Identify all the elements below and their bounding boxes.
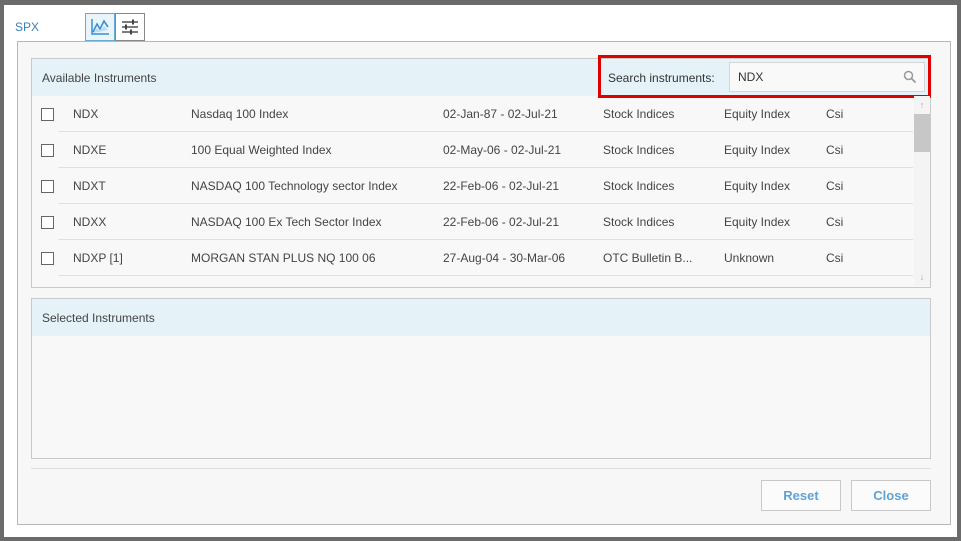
cell-name: MORGAN STAN PLUS NQ 100 06 bbox=[191, 251, 376, 265]
cell-source: Csi bbox=[826, 251, 844, 265]
row-checkbox[interactable] bbox=[41, 108, 54, 121]
cell-category: Stock Indices bbox=[603, 179, 675, 193]
selected-instruments-panel: Selected Instruments bbox=[31, 298, 931, 459]
cell-symbol: NDXE bbox=[73, 143, 107, 157]
cell-name: NASDAQ 100 Ex Tech Sector Index bbox=[191, 215, 382, 229]
settings-button[interactable] bbox=[115, 13, 145, 41]
cell-name: Nasdaq 100 Index bbox=[191, 107, 289, 121]
cell-source: Csi bbox=[826, 143, 844, 157]
cell-category: Stock Indices bbox=[603, 215, 675, 229]
table-row[interactable]: NDX Nasdaq 100 Index 02-Jan-87 - 02-Jul-… bbox=[32, 96, 913, 132]
instrument-dialog: Available Instruments Search instruments… bbox=[17, 41, 951, 525]
table-row[interactable]: NDXE 100 Equal Weighted Index 02-May-06 … bbox=[32, 132, 913, 168]
scroll-up-icon[interactable]: ↑ bbox=[914, 98, 930, 112]
cell-name: NASDAQ 100 Technology sector Index bbox=[191, 179, 398, 193]
chart-view-button[interactable] bbox=[85, 13, 115, 41]
row-checkbox[interactable] bbox=[41, 144, 54, 157]
available-instruments-panel: Available Instruments Search instruments… bbox=[31, 55, 931, 288]
cell-type: Equity Index bbox=[724, 107, 791, 121]
cell-date-range: 22-Feb-06 - 02-Jul-21 bbox=[443, 179, 560, 193]
cell-category: Stock Indices bbox=[603, 143, 675, 157]
footer-divider bbox=[31, 468, 931, 469]
table-row[interactable]: NDXX NASDAQ 100 Ex Tech Sector Index 22-… bbox=[32, 204, 913, 240]
top-bar: SPX bbox=[4, 5, 957, 41]
cell-symbol: NDX bbox=[73, 107, 99, 121]
search-box[interactable] bbox=[729, 62, 925, 92]
cell-source: Csi bbox=[826, 107, 844, 121]
search-icon[interactable] bbox=[903, 70, 917, 84]
cell-name: 100 Equal Weighted Index bbox=[191, 143, 332, 157]
cell-source: Csi bbox=[826, 215, 844, 229]
row-divider bbox=[58, 275, 913, 276]
sliders-icon bbox=[122, 19, 138, 35]
cell-type: Equity Index bbox=[724, 215, 791, 229]
cell-type: Equity Index bbox=[724, 143, 791, 157]
cell-category: Stock Indices bbox=[603, 107, 675, 121]
cell-date-range: 02-May-06 - 02-Jul-21 bbox=[443, 143, 562, 157]
available-instruments-title: Available Instruments bbox=[42, 71, 157, 85]
scroll-thumb[interactable] bbox=[914, 114, 930, 152]
selected-instruments-title: Selected Instruments bbox=[42, 311, 155, 325]
cell-date-range: 22-Feb-06 - 02-Jul-21 bbox=[443, 215, 560, 229]
search-label: Search instruments: bbox=[608, 71, 715, 85]
row-checkbox[interactable] bbox=[41, 180, 54, 193]
cell-type: Unknown bbox=[724, 251, 775, 265]
selected-instruments-header: Selected Instruments bbox=[32, 299, 930, 336]
scroll-down-icon[interactable]: ↓ bbox=[914, 270, 930, 284]
row-checkbox[interactable] bbox=[41, 252, 54, 265]
vertical-scrollbar[interactable]: ↑ ↓ bbox=[914, 96, 930, 286]
cell-category: OTC Bulletin B... bbox=[603, 251, 693, 265]
instrument-list: NDX Nasdaq 100 Index 02-Jan-87 - 02-Jul-… bbox=[32, 96, 930, 286]
cell-symbol: NDXX bbox=[73, 215, 107, 229]
line-chart-icon bbox=[91, 19, 109, 35]
cell-source: Csi bbox=[826, 179, 844, 193]
close-button[interactable]: Close bbox=[851, 480, 931, 511]
available-instruments-header: Available Instruments Search instruments… bbox=[32, 55, 931, 98]
row-checkbox[interactable] bbox=[41, 216, 54, 229]
cell-symbol: NDXP [1] bbox=[73, 251, 123, 265]
reset-button[interactable]: Reset bbox=[761, 480, 841, 511]
cell-date-range: 27-Aug-04 - 30-Mar-06 bbox=[443, 251, 566, 265]
cell-type: Equity Index bbox=[724, 179, 791, 193]
symbol-label[interactable]: SPX bbox=[15, 20, 39, 34]
table-row[interactable]: NDXT NASDAQ 100 Technology sector Index … bbox=[32, 168, 913, 204]
cell-date-range: 02-Jan-87 - 02-Jul-21 bbox=[443, 107, 558, 121]
table-row[interactable]: NDXP [1] MORGAN STAN PLUS NQ 100 06 27-A… bbox=[32, 240, 913, 276]
search-input[interactable] bbox=[730, 63, 890, 91]
cell-symbol: NDXT bbox=[73, 179, 106, 193]
